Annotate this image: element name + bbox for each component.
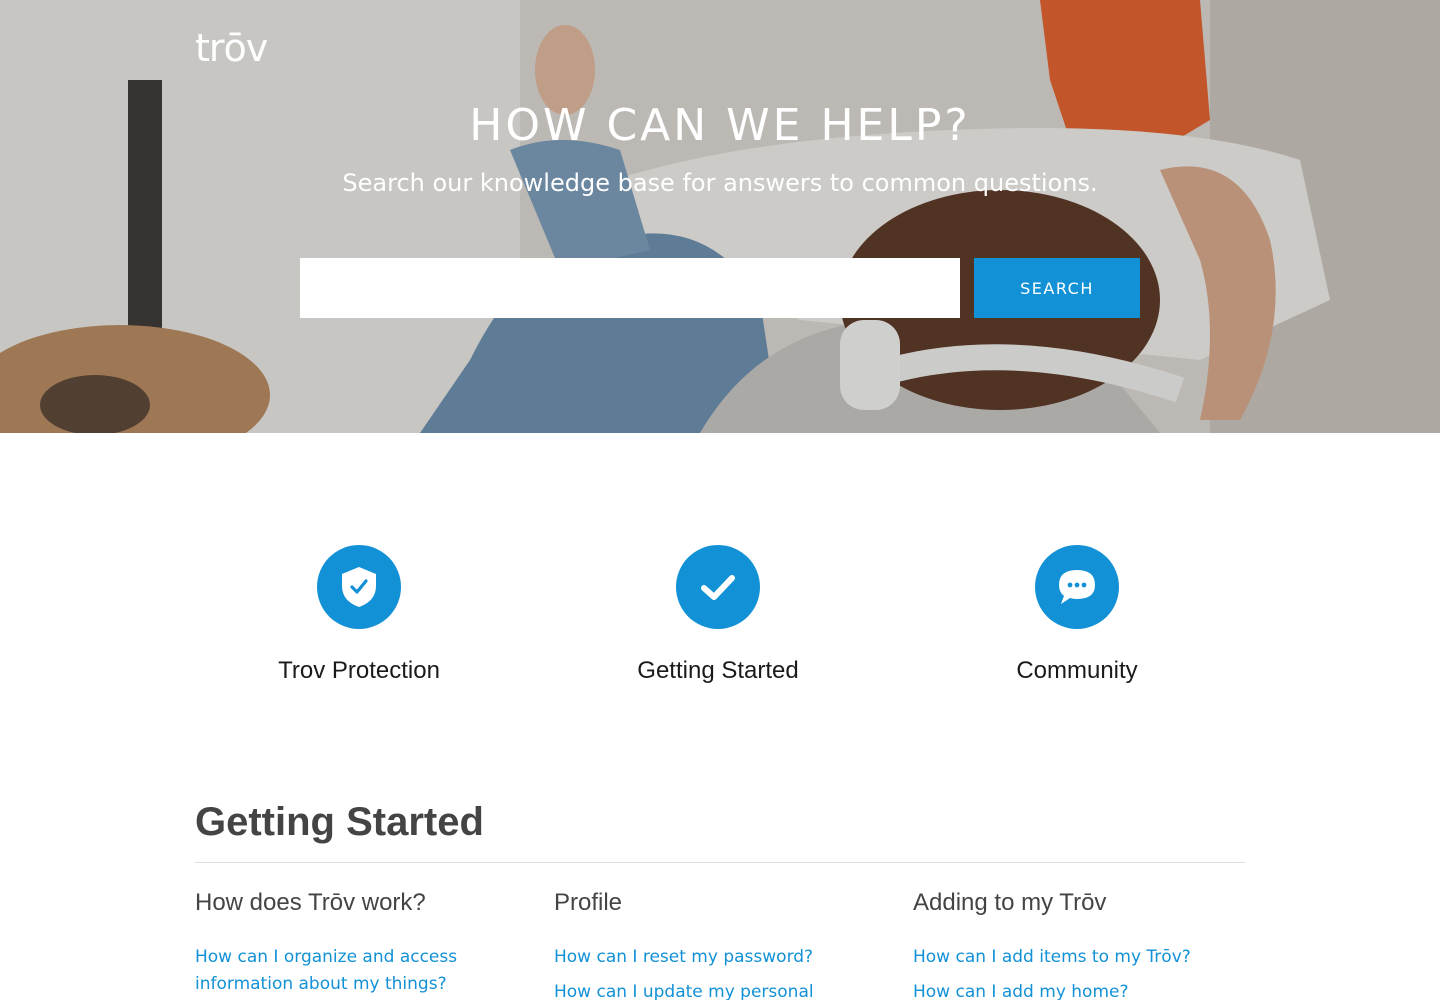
hero-title: HOW CAN WE HELP? — [469, 100, 971, 151]
search-input[interactable] — [300, 258, 960, 318]
category-icon-circle[interactable] — [676, 545, 760, 629]
list-item: How can I add my home? — [913, 979, 1233, 1000]
article-link[interactable]: How can I update my personal — [554, 982, 814, 1000]
chat-bubble-icon — [1059, 570, 1095, 604]
column-heading[interactable]: How does Trōv work? — [195, 886, 515, 920]
column-adding-to-trov: Adding to my Trōv How can I add items to… — [913, 886, 1233, 1000]
hero-subtitle: Search our knowledge base for answers to… — [342, 169, 1098, 197]
column-heading[interactable]: Profile — [554, 886, 874, 920]
article-link[interactable]: How can I reset my password? — [554, 947, 813, 967]
column-heading[interactable]: Adding to my Trōv — [913, 886, 1233, 920]
category-community[interactable]: Community — [957, 545, 1197, 686]
list-item: How can I reset my password? — [554, 944, 874, 971]
hero-banner: trōv HOW CAN WE HELP? Search our knowled… — [0, 0, 1440, 433]
list-item: How can I update my personal — [554, 979, 874, 1000]
section-title: Getting Started — [195, 800, 484, 844]
list-item: How can I add items to my Trōv? — [913, 944, 1233, 971]
search-button[interactable]: SEARCH — [974, 258, 1140, 318]
category-icon-circle[interactable] — [1035, 545, 1119, 629]
article-link[interactable]: How can I add my home? — [913, 982, 1129, 1000]
category-label[interactable]: Trov Protection — [239, 656, 479, 686]
category-label[interactable]: Community — [957, 656, 1197, 686]
article-list: How can I reset my password? How can I u… — [554, 944, 874, 1000]
section-divider — [195, 862, 1245, 863]
category-getting-started[interactable]: Getting Started — [598, 545, 838, 686]
category-label[interactable]: Getting Started — [598, 656, 838, 686]
checkmark-icon — [701, 575, 735, 600]
list-item: How can I organize and access informatio… — [195, 944, 515, 998]
shield-check-icon — [342, 567, 376, 607]
article-list: How can I add items to my Trōv? How can … — [913, 944, 1233, 1000]
article-link[interactable]: How can I add items to my Trōv? — [913, 947, 1191, 967]
trov-logo[interactable]: trōv — [195, 28, 268, 68]
column-how-trov-works: How does Trōv work? How can I organize a… — [195, 886, 515, 1000]
category-icon-circle[interactable] — [317, 545, 401, 629]
category-trov-protection[interactable]: Trov Protection — [239, 545, 479, 686]
article-list: How can I organize and access informatio… — [195, 944, 515, 998]
column-profile: Profile How can I reset my password? How… — [554, 886, 874, 1000]
article-link[interactable]: How can I organize and access informatio… — [195, 947, 457, 994]
